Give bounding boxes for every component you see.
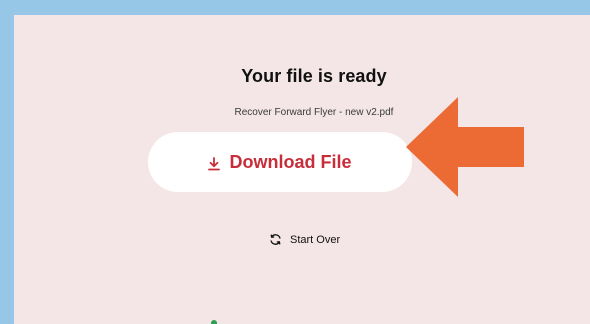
page-title: Your file is ready [241,66,387,86]
download-icon [208,155,221,171]
download-file-label: Download File [229,151,352,172]
refresh-icon [269,233,282,246]
start-over-button[interactable]: Start Over [269,233,340,246]
start-over-label: Start Over [290,233,341,246]
download-file-button[interactable]: Download File [148,132,412,192]
partial-green-icon [211,320,217,324]
arrow-left-icon [406,97,524,197]
